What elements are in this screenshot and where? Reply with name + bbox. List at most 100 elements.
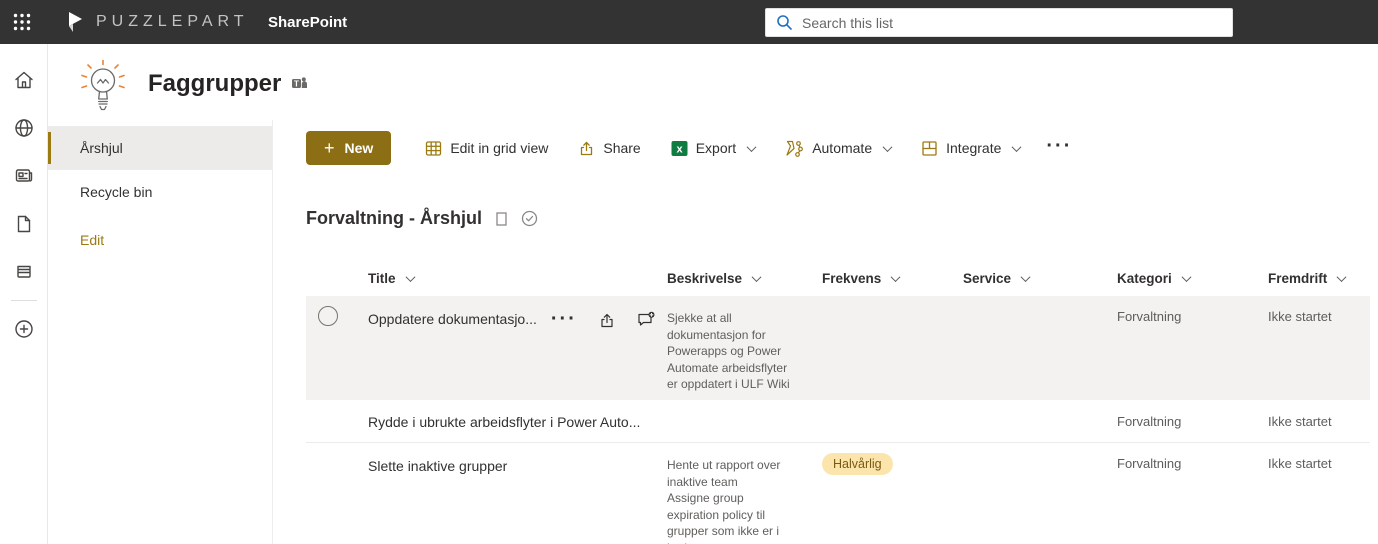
svg-text:x: x: [676, 143, 683, 155]
new-button[interactable]: New: [306, 131, 391, 165]
chevron-down-icon: [1021, 272, 1031, 282]
rail-divider: [11, 300, 37, 301]
top-bar: PUZZLEPART SharePoint: [0, 0, 1378, 44]
chevron-down-icon: [1012, 142, 1022, 152]
sidebar-nav: Årshjul Recycle bin Edit: [48, 120, 273, 544]
search-input[interactable]: [802, 15, 1222, 31]
cell-fremdrift: Ikke startet: [1268, 443, 1370, 544]
globe-icon[interactable]: [0, 104, 48, 152]
table-header: Title Beskrivelse Frekvens Service Kateg…: [306, 260, 1370, 296]
app-rail: [0, 44, 48, 544]
chevron-down-icon: [405, 272, 415, 282]
edit-grid-view-label: Edit in grid view: [450, 140, 548, 156]
cell-service: [963, 296, 1117, 400]
brand-logo[interactable]: PUZZLEPART: [68, 0, 249, 44]
row-select-checkbox[interactable]: [318, 306, 338, 326]
search-box[interactable]: [765, 8, 1233, 37]
view-title: Forvaltning - Årshjul: [306, 208, 482, 229]
cell-beskrivelse: Hente ut rapport over inaktive team Assi…: [667, 443, 799, 544]
scrollbar-gutter[interactable]: [1370, 120, 1378, 544]
cell-fremdrift: Ikke startet: [1268, 400, 1370, 443]
ellipsis-icon: [1046, 139, 1072, 157]
plus-icon: [324, 139, 335, 157]
more-commands-button[interactable]: [1042, 131, 1076, 165]
cell-kategori: Forvaltning: [1117, 296, 1268, 400]
frekvens-badge: Halvårlig: [822, 453, 893, 475]
share-label: Share: [603, 140, 640, 156]
cell-frekvens: Halvårlig: [822, 443, 963, 544]
edit-grid-view-button[interactable]: Edit in grid view: [417, 131, 556, 165]
command-bar: New Edit in grid view: [306, 130, 1076, 166]
excel-icon: x: [671, 140, 688, 157]
comment-add-icon[interactable]: [637, 311, 656, 329]
page-title: Faggrupper: [148, 70, 281, 98]
box-icon[interactable]: [496, 212, 507, 226]
row-more-actions-button[interactable]: [551, 312, 577, 328]
sidebar-item-label: Årshjul: [80, 140, 123, 156]
chevron-down-icon: [747, 142, 757, 152]
chevron-down-icon: [752, 272, 762, 282]
site-logo-lightbulb-icon[interactable]: [80, 60, 126, 112]
share-icon: [578, 140, 595, 157]
news-icon[interactable]: [0, 152, 48, 200]
cell-frekvens: [822, 296, 963, 400]
check-circle-icon[interactable]: [521, 210, 538, 227]
chevron-down-icon: [1337, 272, 1347, 282]
cell-fremdrift: Ikke startet: [1268, 296, 1370, 400]
integrate-icon: [921, 140, 938, 157]
automate-label: Automate: [812, 140, 872, 156]
column-header-service[interactable]: Service: [963, 271, 1117, 286]
product-name: SharePoint: [268, 0, 347, 44]
column-header-frekvens[interactable]: Frekvens: [822, 271, 963, 286]
table-row[interactable]: Oppdatere dokumentasjo...: [306, 296, 1370, 400]
column-header-kategori[interactable]: Kategori: [1117, 271, 1268, 286]
create-site-icon[interactable]: [0, 305, 48, 353]
search-icon: [776, 14, 793, 31]
home-icon[interactable]: [0, 56, 48, 104]
chevron-down-icon: [883, 142, 893, 152]
automate-icon: [785, 140, 804, 157]
lists-icon[interactable]: [0, 248, 48, 296]
integrate-label: Integrate: [946, 140, 1001, 156]
chevron-down-icon: [891, 272, 901, 282]
new-button-label: New: [345, 140, 374, 156]
table-body: Oppdatere dokumentasjo...: [306, 296, 1370, 544]
row-title-link[interactable]: Rydde i ubrukte arbeidsflyter i Power Au…: [368, 414, 640, 430]
site-header: Faggrupper T: [48, 44, 1378, 120]
share-button[interactable]: Share: [570, 131, 648, 165]
sidebar-edit-link[interactable]: Edit: [80, 232, 104, 248]
column-header-fremdrift[interactable]: Fremdrift: [1268, 271, 1370, 286]
export-button[interactable]: x Export: [663, 131, 763, 165]
sharepoint-list-page: PUZZLEPART SharePoint: [0, 0, 1378, 544]
svg-text:T: T: [294, 80, 299, 89]
puzzlepart-flag-icon: [68, 11, 84, 33]
integrate-button[interactable]: Integrate: [913, 131, 1028, 165]
export-label: Export: [696, 140, 736, 156]
sidebar-item-recycle-bin[interactable]: Recycle bin: [48, 170, 272, 214]
main-content: New Edit in grid view: [273, 120, 1378, 544]
ellipsis-icon: [551, 312, 577, 328]
cell-beskrivelse: Sjekke at all dokumentasjon for Powerapp…: [667, 296, 799, 400]
sidebar-item-arshjul[interactable]: Årshjul: [48, 126, 272, 170]
sidebar-item-label: Recycle bin: [80, 184, 152, 200]
table-row[interactable]: Rydde i ubrukte arbeidsflyter i Power Au…: [306, 400, 1370, 443]
document-icon[interactable]: [0, 200, 48, 248]
cell-kategori: Forvaltning: [1117, 443, 1268, 544]
app-launcher-icon[interactable]: [6, 6, 38, 38]
row-title-link[interactable]: Slette inaktive grupper: [368, 456, 507, 474]
cell-frekvens: [822, 400, 963, 443]
brand-name: PUZZLEPART: [96, 13, 249, 31]
view-title-row: Forvaltning - Årshjul: [306, 208, 538, 229]
column-header-title[interactable]: Title: [368, 271, 667, 286]
row-title-link[interactable]: Oppdatere dokumentasjo...: [368, 309, 537, 327]
column-header-beskrivelse[interactable]: Beskrivelse: [667, 271, 822, 286]
cell-service: [963, 400, 1117, 443]
grid-icon: [425, 140, 442, 157]
cell-kategori: Forvaltning: [1117, 400, 1268, 443]
cell-service: [963, 443, 1117, 544]
automate-button[interactable]: Automate: [777, 131, 899, 165]
row-share-icon[interactable]: [598, 312, 616, 329]
table-row[interactable]: Slette inaktive grupper Hente ut rapport…: [306, 443, 1370, 544]
teams-icon: T: [291, 76, 308, 92]
cell-beskrivelse: [667, 400, 799, 443]
